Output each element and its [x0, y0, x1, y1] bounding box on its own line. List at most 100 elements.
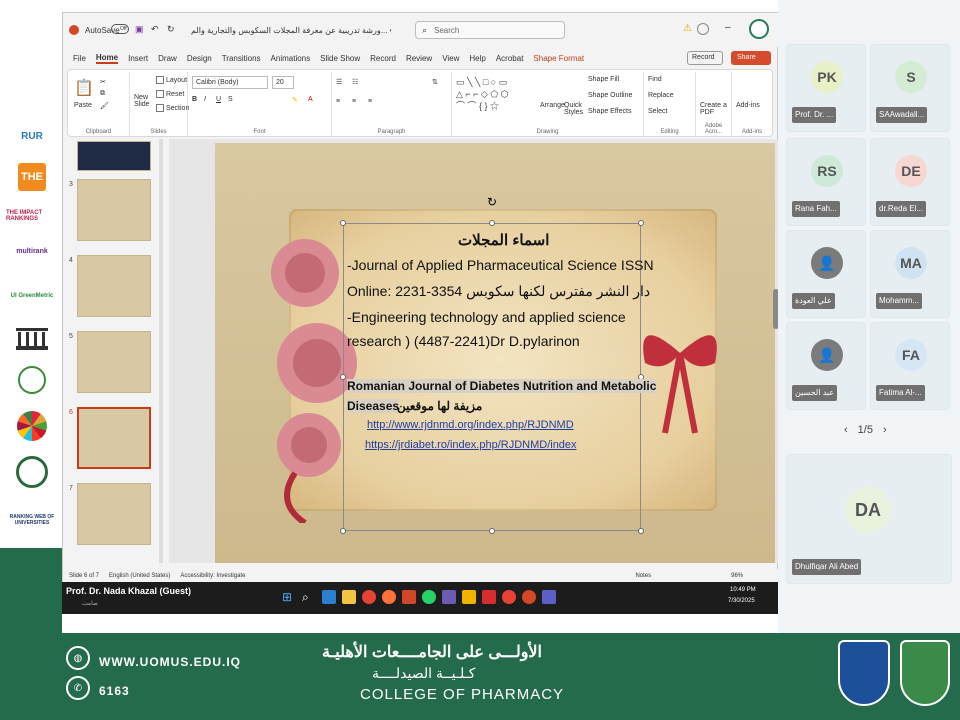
start-icon[interactable]: ⊞ — [282, 590, 292, 604]
align-center-icon[interactable]: ≡ — [352, 98, 356, 105]
highlight-icon[interactable]: ✎ — [292, 96, 298, 104]
shape-fill-button[interactable]: Shape Fill — [588, 76, 619, 83]
find-button[interactable]: Find — [648, 76, 662, 83]
shape-outline-button[interactable]: Shape Outline — [588, 92, 632, 99]
slide-thumbnail-4[interactable] — [77, 255, 151, 317]
font-name-select[interactable]: Calibri (Body) — [192, 76, 268, 89]
arrange-button[interactable]: Arrange — [540, 102, 565, 109]
redo-icon[interactable]: ↻ — [167, 24, 175, 35]
menu-acrobat[interactable]: Acrobat — [496, 54, 524, 63]
menu-home[interactable]: Home — [95, 53, 119, 64]
menu-design[interactable]: Design — [187, 54, 212, 63]
underline-button[interactable]: U — [216, 96, 221, 103]
participant-tile[interactable]: FA Fatima Al-... — [870, 322, 950, 410]
account-avatar[interactable] — [697, 23, 709, 35]
search-box[interactable]: ⌕ Search — [415, 21, 565, 39]
participant-tile[interactable]: 👤 علي العودة — [786, 230, 866, 318]
numbering-icon[interactable]: ☷ — [352, 78, 358, 86]
font-color-icon[interactable]: A — [308, 96, 313, 103]
warning-icon[interactable]: ⚠ — [683, 23, 692, 34]
share-button[interactable]: Share — [731, 51, 771, 65]
quick-styles-button[interactable]: Quick Styles — [564, 102, 586, 116]
resize-handle[interactable] — [340, 528, 346, 534]
new-slide-button[interactable]: New Slide — [134, 94, 158, 108]
menu-file[interactable]: File — [73, 54, 86, 63]
menu-review[interactable]: Review — [406, 54, 432, 63]
minimize-icon[interactable]: – — [725, 22, 731, 33]
save-icon[interactable]: ▣ — [135, 24, 144, 35]
accessibility-status[interactable]: Accessibility: Investigate — [180, 573, 245, 579]
align-right-icon[interactable]: ≡ — [368, 98, 372, 105]
explorer-icon[interactable] — [342, 590, 356, 604]
thumbnails-scrollbar[interactable] — [159, 139, 163, 563]
format-painter-icon[interactable]: 🖌 — [100, 102, 109, 110]
slide-thumbnail-7[interactable] — [77, 483, 151, 545]
slide-link-2[interactable]: https://jrdiabet.ro/index.php/RJDNMD/ind… — [365, 439, 577, 451]
bold-button[interactable]: B — [192, 96, 197, 103]
participant-tile[interactable]: RS Rana Fah... — [786, 138, 866, 226]
chrome-icon[interactable] — [362, 590, 376, 604]
chevron-left-icon[interactable]: ‹ — [844, 424, 848, 436]
participant-tile[interactable]: MA Mohamm... — [870, 230, 950, 318]
addins-button[interactable]: Add-ins — [736, 102, 760, 109]
replace-button[interactable]: Replace — [648, 92, 674, 99]
strikethrough-button[interactable]: S — [228, 96, 233, 103]
language-status[interactable]: English (United States) — [109, 573, 170, 579]
app-icon[interactable] — [442, 590, 456, 604]
firefox-icon[interactable] — [382, 590, 396, 604]
resize-handle[interactable] — [638, 528, 644, 534]
chevron-right-icon[interactable]: › — [883, 424, 887, 436]
undo-icon[interactable]: ↶ — [151, 24, 159, 35]
menu-record[interactable]: Record — [370, 54, 396, 63]
bullets-icon[interactable]: ☰ — [336, 78, 342, 86]
participant-tile[interactable]: DE dr.Reda El... — [870, 138, 950, 226]
participant-tile[interactable]: S SAAwadall... — [870, 44, 950, 132]
menu-transitions[interactable]: Transitions — [222, 54, 261, 63]
app-icon[interactable] — [402, 590, 416, 604]
slide-thumbnail-5[interactable] — [77, 331, 151, 393]
shape-effects-button[interactable]: Shape Effects — [588, 108, 631, 115]
participant-tile[interactable]: PK Prof. Dr. ... — [786, 44, 866, 132]
menu-animations[interactable]: Animations — [271, 54, 311, 63]
participant-tile[interactable]: 👤 عبد الحسين — [786, 322, 866, 410]
slide-thumbnail-6-selected[interactable] — [77, 407, 151, 469]
menu-shape-format[interactable]: Shape Format — [533, 54, 584, 63]
resize-handle[interactable] — [340, 374, 346, 380]
search-taskbar-icon[interactable]: ⌕ — [302, 590, 309, 605]
resize-handle[interactable] — [340, 220, 346, 226]
acrobat-icon[interactable] — [482, 590, 496, 604]
rotate-handle-icon[interactable]: ↻ — [487, 195, 497, 209]
slide-thumbnail-3[interactable] — [77, 179, 151, 241]
slide-canvas[interactable]: ↻ اسماء المجلات -Journal of Applied Phar… — [215, 143, 775, 563]
edge-icon[interactable] — [322, 590, 336, 604]
cut-icon[interactable]: ✂ — [100, 78, 106, 86]
record-button[interactable]: Record — [687, 51, 723, 65]
menu-view[interactable]: View — [442, 54, 459, 63]
autosave-toggle[interactable]: Off — [111, 24, 129, 34]
slide-link-1[interactable]: http://www.rjdnmd.org/index.php/RJDNMD — [367, 419, 574, 431]
shapes-gallery[interactable]: ▭ ╲ ╲ □ ○ ▭ △ ⌐ ⌐ ◇ ⬠ ⬡ ⌒ ⌒ { } ☆ — [456, 76, 532, 116]
powerpoint-taskbar-icon[interactable] — [522, 590, 536, 604]
align-left-icon[interactable]: ≡ — [336, 98, 340, 105]
notes-button[interactable]: Notes — [635, 573, 651, 579]
paste-icon[interactable]: 📋 — [74, 78, 94, 98]
resize-handle[interactable] — [489, 528, 495, 534]
resize-handle[interactable] — [638, 220, 644, 226]
copy-icon[interactable]: ⧉ — [100, 90, 105, 98]
slide-thumbnail[interactable] — [77, 141, 151, 171]
font-size-select[interactable]: 20 — [272, 76, 294, 89]
meeting-share-icon[interactable] — [749, 19, 769, 39]
text-direction-icon[interactable]: ⇅ — [432, 78, 438, 86]
resize-handle[interactable] — [489, 220, 495, 226]
whatsapp-icon[interactable] — [422, 590, 436, 604]
italic-button[interactable]: I — [204, 96, 206, 103]
menu-insert[interactable]: Insert — [128, 54, 148, 63]
layout-button[interactable]: Layout — [156, 76, 187, 84]
section-button[interactable]: Section — [156, 104, 189, 112]
menu-draw[interactable]: Draw — [158, 54, 177, 63]
create-pdf-button[interactable]: Create a PDF — [700, 102, 730, 116]
menu-slideshow[interactable]: Slide Show — [320, 54, 360, 63]
menu-help[interactable]: Help — [469, 54, 485, 63]
active-speaker-tile[interactable]: DA Dhulfiqar Ali Abed — [786, 454, 952, 584]
paste-button[interactable]: Paste — [74, 102, 92, 109]
